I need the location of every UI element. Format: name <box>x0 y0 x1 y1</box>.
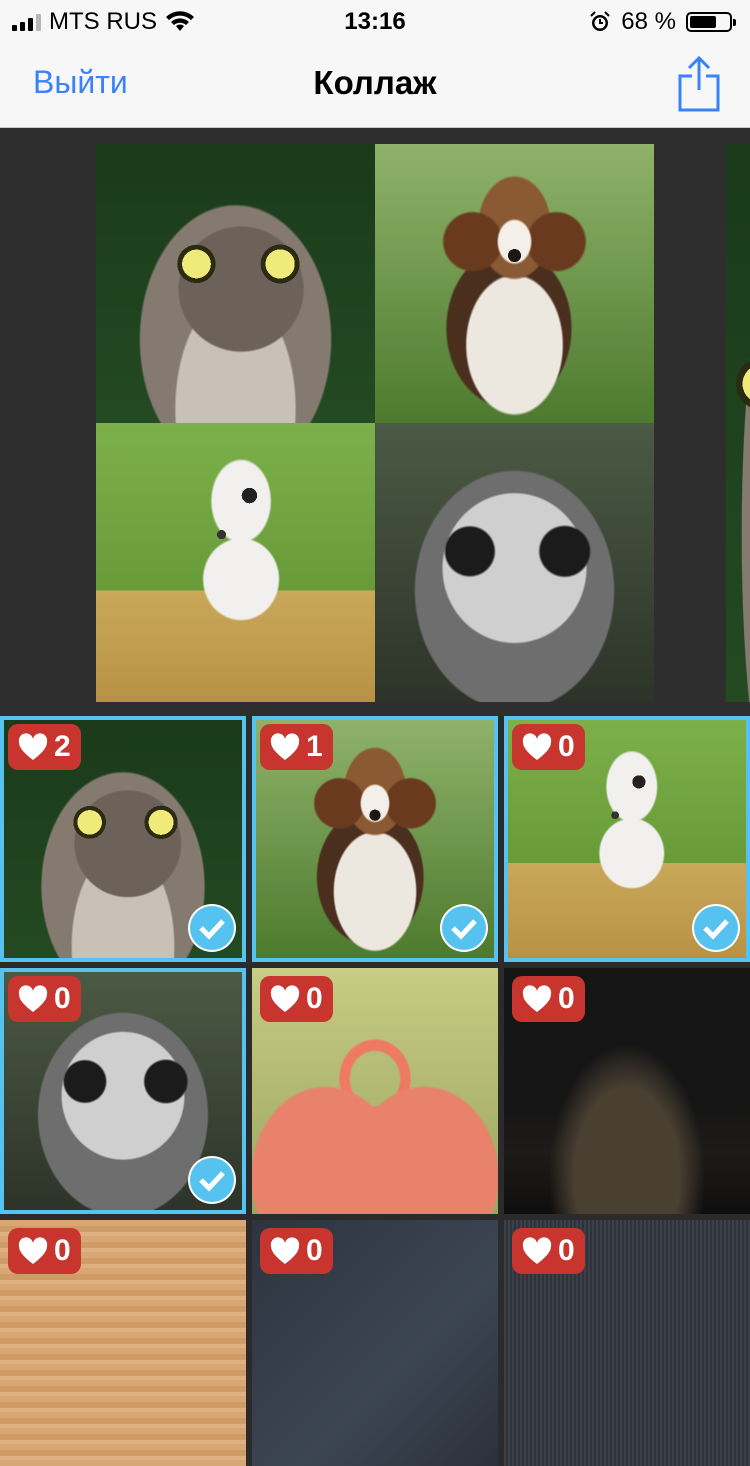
photo-tile-beagle[interactable]: 1 <box>252 716 498 962</box>
battery-percent: 68 % <box>621 8 676 35</box>
heart-icon <box>522 1237 552 1264</box>
photo-tile-denim[interactable]: 0 <box>252 1220 498 1466</box>
likes-badge: 0 <box>512 976 585 1022</box>
collage-preview-area[interactable] <box>0 128 750 716</box>
likes-count: 0 <box>558 982 575 1015</box>
heart-icon <box>270 733 300 760</box>
photo-tile-dalmatian[interactable]: 0 <box>504 716 750 962</box>
likes-count: 0 <box>558 730 575 763</box>
status-right: 68 % <box>589 8 736 36</box>
checkmark-icon <box>188 1156 236 1204</box>
likes-count: 0 <box>558 1234 575 1267</box>
heart-icon <box>270 985 300 1012</box>
likes-count: 0 <box>306 982 323 1015</box>
status-bar: MTS RUS 13:16 68 % <box>0 0 750 40</box>
next-collage-preview[interactable] <box>726 144 750 702</box>
collage-cell-owl <box>96 144 375 423</box>
likes-badge: 0 <box>8 976 81 1022</box>
likes-badge: 1 <box>260 724 333 770</box>
collage-cell-dalmatian <box>96 423 375 702</box>
photo-tile-owl[interactable]: 2 <box>0 716 246 962</box>
checkmark-icon <box>188 904 236 952</box>
photo-tile-barn-owl[interactable]: 0 <box>0 968 246 1214</box>
navigation-bar: Выйти Коллаж <box>0 40 750 128</box>
photo-tile-flamingos[interactable]: 0 <box>252 968 498 1214</box>
likes-badge: 0 <box>260 1228 333 1274</box>
collage-preview[interactable] <box>96 144 654 702</box>
heart-icon <box>522 733 552 760</box>
likes-count: 0 <box>54 1234 71 1267</box>
likes-count: 0 <box>54 982 71 1015</box>
checkmark-icon <box>692 904 740 952</box>
share-icon[interactable] <box>678 56 720 112</box>
likes-badge: 0 <box>512 1228 585 1274</box>
battery-icon <box>686 12 736 32</box>
heart-icon <box>18 1237 48 1264</box>
collage-cell-barn-owl <box>375 423 654 702</box>
likes-badge: 0 <box>512 724 585 770</box>
likes-count: 2 <box>54 730 71 763</box>
photo-tile-static[interactable]: 0 <box>504 1220 750 1466</box>
collage-cell-beagle <box>375 144 654 423</box>
heart-icon <box>270 1237 300 1264</box>
battery-fill <box>690 16 716 28</box>
likes-badge: 0 <box>8 1228 81 1274</box>
likes-badge: 0 <box>260 976 333 1022</box>
likes-count: 1 <box>306 730 323 763</box>
photo-tile-wood[interactable]: 0 <box>0 1220 246 1466</box>
heart-icon <box>18 985 48 1012</box>
page-title: Коллаж <box>313 64 437 101</box>
checkmark-icon <box>440 904 488 952</box>
photo-tile-night-landscape[interactable]: 0 <box>504 968 750 1214</box>
alarm-icon <box>590 11 611 31</box>
likes-count: 0 <box>306 1234 323 1267</box>
heart-icon <box>522 985 552 1012</box>
likes-badge: 2 <box>8 724 81 770</box>
heart-icon <box>18 733 48 760</box>
